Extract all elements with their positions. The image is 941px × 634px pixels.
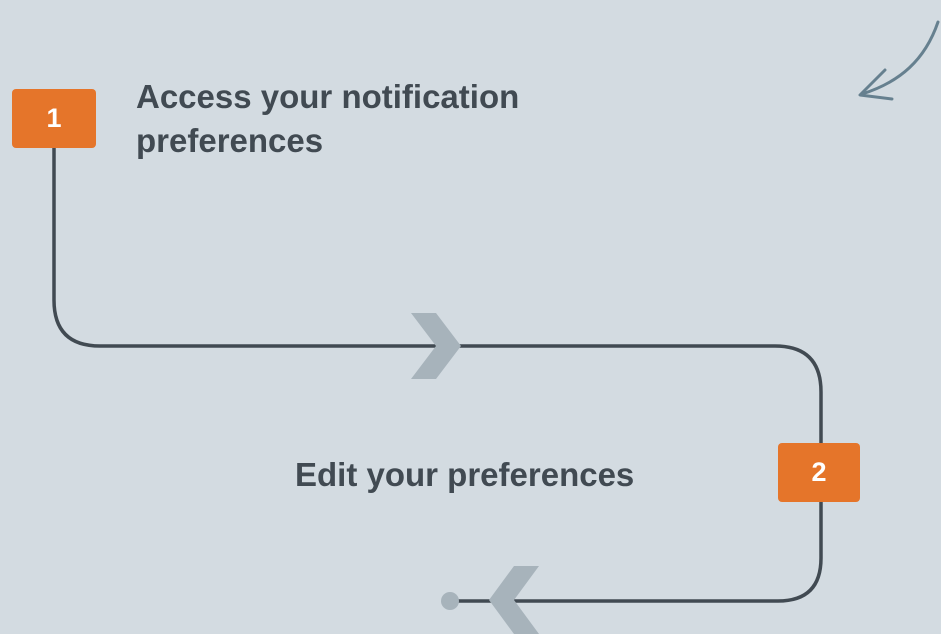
step-1-number: 1 <box>46 103 62 133</box>
connector-line <box>52 148 823 443</box>
step-1-title: Access your notification preferences <box>136 78 520 159</box>
step-2-badge: 2 <box>778 443 860 502</box>
step-2-number: 2 <box>811 457 827 487</box>
step-2-title: Edit your preferences <box>295 456 635 493</box>
step-1-badge: 1 <box>12 89 96 148</box>
connector-end-dot <box>441 592 459 610</box>
